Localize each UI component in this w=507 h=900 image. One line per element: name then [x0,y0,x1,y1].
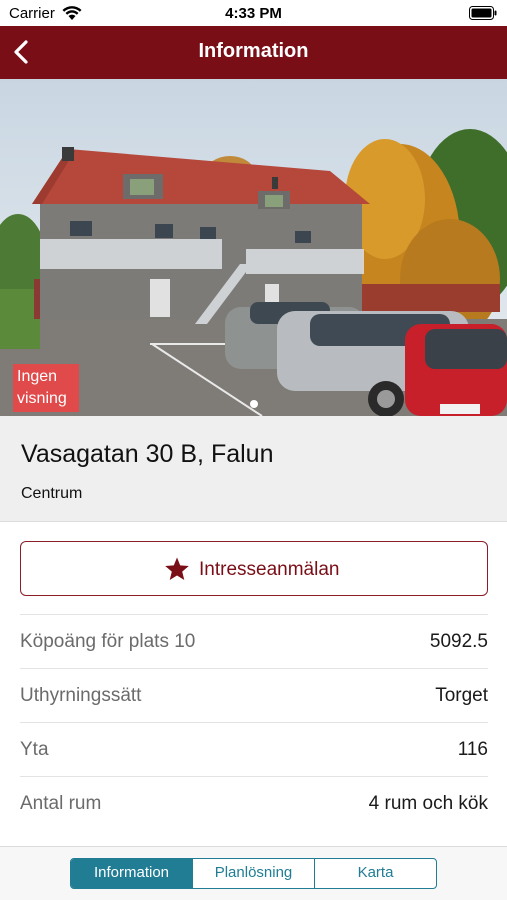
detail-row-rental-method: Uthyrningssätt Torget [20,668,488,722]
interest-button[interactable]: Intresseanmälan [20,541,488,596]
clock: 4:33 PM [225,5,282,22]
listing-area: Centrum [21,485,83,502]
section-segmented-control: Information Planlösning Karta [70,858,437,889]
status-bar: Carrier 4:33 PM [0,0,507,26]
detail-row-rooms: Antal rum 4 rum och kök [20,776,488,830]
listing-header: Vasagatan 30 B, Falun Centrum [0,416,507,522]
tab-map[interactable]: Karta [315,859,436,888]
page-title: Information [198,40,309,62]
detail-value: 5092.5 [429,631,488,652]
detail-key: Uthyrningssätt [20,685,142,706]
detail-row-area: Yta 116 [20,722,488,776]
page-indicator [0,395,507,413]
tab-information[interactable]: Information [71,859,193,888]
interest-button-label: Intresseanmälan [199,559,340,580]
detail-key: Antal rum [20,793,102,814]
details-list: Köpoäng för plats 10 5092.5 Uthyrningssä… [20,614,488,830]
detail-key: Köpoäng för plats 10 [20,631,196,652]
tab-floor-plan[interactable]: Planlösning [193,859,315,888]
detail-value: Torget [435,685,488,706]
listing-address: Vasagatan 30 B, Falun [21,440,274,468]
detail-value: 116 [457,739,488,760]
detail-value: 4 rum och kök [368,793,488,814]
detail-key: Yta [20,739,49,760]
bottom-toolbar: Information Planlösning Karta [0,846,507,900]
navigation-bar: Information [0,26,507,79]
battery-icon [469,6,497,20]
page-indicator-dot [249,400,258,408]
star-icon [165,557,189,580]
detail-row-points: Köpoäng för plats 10 5092.5 [20,614,488,668]
